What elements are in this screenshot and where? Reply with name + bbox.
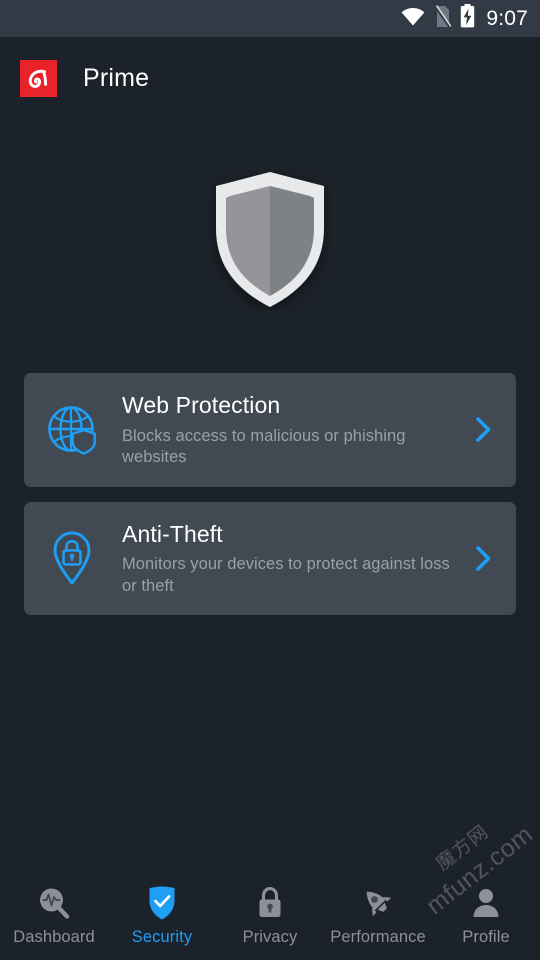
wifi-icon xyxy=(401,7,425,31)
nav-item-privacy[interactable]: Privacy xyxy=(216,872,324,960)
globe-shield-icon xyxy=(44,402,100,458)
dashboard-magnifier-pulse-icon xyxy=(36,885,72,921)
app-bar: Prime xyxy=(0,37,540,119)
nav-label: Performance xyxy=(330,928,426,946)
status-bar-clock: 9:07 xyxy=(486,7,528,30)
person-icon xyxy=(470,885,502,921)
nav-label: Privacy xyxy=(242,928,298,946)
battery-charging-icon xyxy=(460,4,475,33)
card-subtitle: Monitors your devices to protect against… xyxy=(122,555,450,595)
app-root: 9:07 Prime Web Protection Blocks access … xyxy=(0,0,540,960)
nav-item-dashboard[interactable]: Dashboard xyxy=(0,872,108,960)
avira-logo-icon xyxy=(20,59,57,97)
watermark-cn-text: 魔方网 xyxy=(431,820,493,876)
rocket-icon xyxy=(360,885,396,921)
chevron-right-icon[interactable] xyxy=(470,417,496,443)
chevron-right-icon[interactable] xyxy=(470,545,496,571)
status-bar-icons xyxy=(401,4,475,33)
shield-icon xyxy=(216,172,324,307)
card-web-protection[interactable]: Web Protection Blocks access to maliciou… xyxy=(24,373,516,487)
card-anti-theft[interactable]: Anti-Theft Monitors your devices to prot… xyxy=(24,501,516,616)
bottom-navigation: Dashboard Security Privacy Performance P… xyxy=(0,872,540,960)
shield-check-icon xyxy=(146,885,178,921)
card-subtitle: Blocks access to malicious or phishing w… xyxy=(122,426,406,467)
nav-item-security[interactable]: Security xyxy=(108,872,216,960)
feature-card-list: Web Protection Blocks access to maliciou… xyxy=(24,373,516,616)
nav-label: Dashboard xyxy=(13,928,95,946)
map-pin-lock-icon xyxy=(44,530,100,586)
hero-shield xyxy=(0,170,540,320)
sim-off-icon xyxy=(434,4,452,33)
card-title: Web Protection xyxy=(122,392,281,418)
card-text-block: Web Protection Blocks access to maliciou… xyxy=(122,391,470,469)
nav-label: Profile xyxy=(462,928,510,946)
nav-item-performance[interactable]: Performance xyxy=(324,872,432,960)
card-text-block: Anti-Theft Monitors your devices to prot… xyxy=(122,520,470,598)
card-title: Anti-Theft xyxy=(122,520,223,547)
status-bar: 9:07 xyxy=(0,0,540,37)
lock-icon xyxy=(255,885,285,921)
nav-item-profile[interactable]: Profile xyxy=(432,872,540,960)
nav-label: Security xyxy=(131,928,193,946)
app-title: Prime xyxy=(83,63,150,92)
